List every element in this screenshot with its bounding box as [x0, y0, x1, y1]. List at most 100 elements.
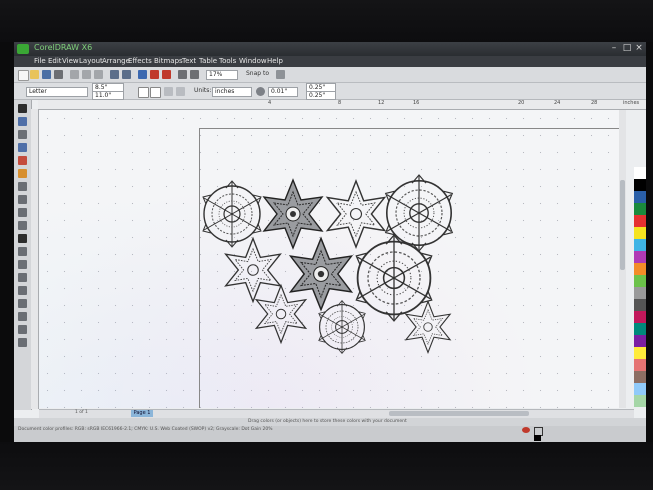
maximize-button[interactable]: □ — [621, 43, 633, 54]
menu-tools[interactable]: Tools — [219, 56, 236, 67]
color-swatch[interactable] — [634, 263, 646, 275]
page-tab[interactable]: Page 1 — [131, 410, 153, 417]
page-count-indicator: 1 of 1 — [75, 410, 88, 415]
fill-tool-icon[interactable] — [18, 325, 27, 334]
menu-edit[interactable]: Edit — [48, 56, 62, 67]
parallel-dimension-icon[interactable] — [18, 247, 27, 256]
menu-table[interactable]: Table — [199, 56, 217, 67]
close-button[interactable]: × — [633, 43, 645, 54]
search-content-icon[interactable] — [138, 70, 147, 79]
redo-icon[interactable] — [122, 70, 131, 79]
vertical-ruler — [31, 109, 39, 409]
crop-tool-icon[interactable] — [18, 130, 27, 139]
export-icon[interactable] — [162, 70, 171, 79]
snowflake-icon[interactable] — [202, 180, 262, 248]
connector-tool-icon[interactable] — [18, 260, 27, 269]
menu-text[interactable]: Text — [182, 56, 196, 67]
paper-size-select[interactable]: Letter — [26, 87, 88, 97]
color-swatch[interactable] — [634, 371, 646, 383]
nudge-distance-field[interactable]: 0.01" — [268, 87, 298, 97]
interactive-fill-icon[interactable] — [18, 338, 27, 347]
snowflake-icon[interactable] — [326, 180, 386, 248]
page-height-field[interactable]: 11.0" — [92, 91, 124, 100]
outline-color-icon[interactable] — [534, 435, 541, 441]
snap-to-dropdown[interactable]: Snap to — [246, 70, 269, 78]
color-swatch[interactable] — [634, 323, 646, 335]
all-pages-icon[interactable] — [164, 87, 173, 96]
color-swatch[interactable] — [634, 347, 646, 359]
text-tool-icon[interactable] — [18, 234, 27, 243]
vertical-scrollbar[interactable] — [619, 110, 626, 408]
snowflake-icon[interactable] — [255, 284, 307, 344]
star-icon[interactable] — [263, 179, 323, 249]
drawing-canvas[interactable] — [39, 110, 619, 408]
zoom-level-field[interactable]: 17% — [206, 70, 238, 80]
paste-icon[interactable] — [94, 70, 103, 79]
menu-file[interactable]: File — [34, 56, 46, 67]
color-swatch[interactable] — [634, 239, 646, 251]
color-swatch[interactable] — [634, 275, 646, 287]
units-select[interactable]: inches — [212, 87, 252, 97]
horizontal-scrollbar[interactable] — [389, 411, 529, 416]
color-swatch[interactable] — [634, 203, 646, 215]
color-swatch[interactable] — [634, 215, 646, 227]
app-launcher-icon[interactable] — [190, 70, 199, 79]
menu-window[interactable]: Window — [239, 56, 267, 67]
artistic-media-icon[interactable] — [18, 169, 27, 178]
publish-pdf-icon[interactable] — [178, 70, 187, 79]
freehand-tool-icon[interactable] — [18, 156, 27, 165]
landscape-icon[interactable] — [150, 87, 161, 98]
scroll-thumb[interactable] — [620, 180, 625, 270]
star-icon[interactable] — [289, 237, 353, 311]
import-icon[interactable] — [150, 70, 159, 79]
monitor-bezel-bottom — [0, 442, 653, 490]
new-document-icon[interactable] — [18, 70, 29, 81]
menu-arrange[interactable]: Arrange — [102, 56, 130, 67]
color-swatch[interactable] — [634, 359, 646, 371]
color-swatch[interactable] — [634, 251, 646, 263]
color-swatch[interactable] — [634, 179, 646, 191]
open-folder-icon[interactable] — [30, 70, 39, 79]
copy-icon[interactable] — [82, 70, 91, 79]
options-icon[interactable] — [276, 70, 285, 79]
save-icon[interactable] — [42, 70, 51, 79]
outline-pen-icon[interactable] — [18, 312, 27, 321]
menu-view[interactable]: View — [62, 56, 79, 67]
color-swatch[interactable] — [634, 395, 646, 407]
snowflake-icon[interactable] — [318, 300, 366, 354]
color-swatch[interactable] — [634, 299, 646, 311]
cut-icon[interactable] — [70, 70, 79, 79]
menu-effects[interactable]: Effects — [128, 56, 152, 67]
color-swatch[interactable] — [634, 335, 646, 347]
menu-bitmaps[interactable]: Bitmaps — [154, 56, 183, 67]
color-swatch[interactable] — [634, 227, 646, 239]
current-page-icon[interactable] — [176, 87, 185, 96]
star-icon[interactable] — [225, 237, 281, 303]
pick-tool-icon[interactable] — [18, 104, 27, 113]
polygon-tool-icon[interactable] — [18, 208, 27, 217]
minimize-button[interactable]: – — [608, 43, 620, 54]
print-icon[interactable] — [54, 70, 63, 79]
blend-tool-icon[interactable] — [18, 273, 27, 282]
shape-tool-icon[interactable] — [18, 117, 27, 126]
fill-indicator-icon[interactable] — [522, 427, 530, 433]
color-swatch[interactable] — [634, 383, 646, 395]
color-profile-info[interactable]: Document color profiles: RGB: sRGB IEC61… — [18, 426, 273, 434]
zoom-tool-icon[interactable] — [18, 143, 27, 152]
color-swatch[interactable] — [634, 191, 646, 203]
portrait-icon[interactable] — [138, 87, 149, 98]
menu-layout[interactable]: Layout — [79, 56, 103, 67]
rectangle-tool-icon[interactable] — [18, 182, 27, 191]
duplicate-y-field[interactable]: 0.25" — [306, 91, 336, 100]
snowflake-icon[interactable] — [355, 234, 433, 322]
menu-help[interactable]: Help — [267, 56, 283, 67]
basic-shapes-icon[interactable] — [18, 221, 27, 230]
eyedropper-tool-icon[interactable] — [18, 299, 27, 308]
ellipse-tool-icon[interactable] — [18, 195, 27, 204]
transparency-tool-icon[interactable] — [18, 286, 27, 295]
color-swatch[interactable] — [634, 167, 646, 179]
undo-icon[interactable] — [110, 70, 119, 79]
snowflake-icon[interactable] — [384, 174, 454, 252]
color-swatch[interactable] — [634, 311, 646, 323]
color-swatch[interactable] — [634, 287, 646, 299]
